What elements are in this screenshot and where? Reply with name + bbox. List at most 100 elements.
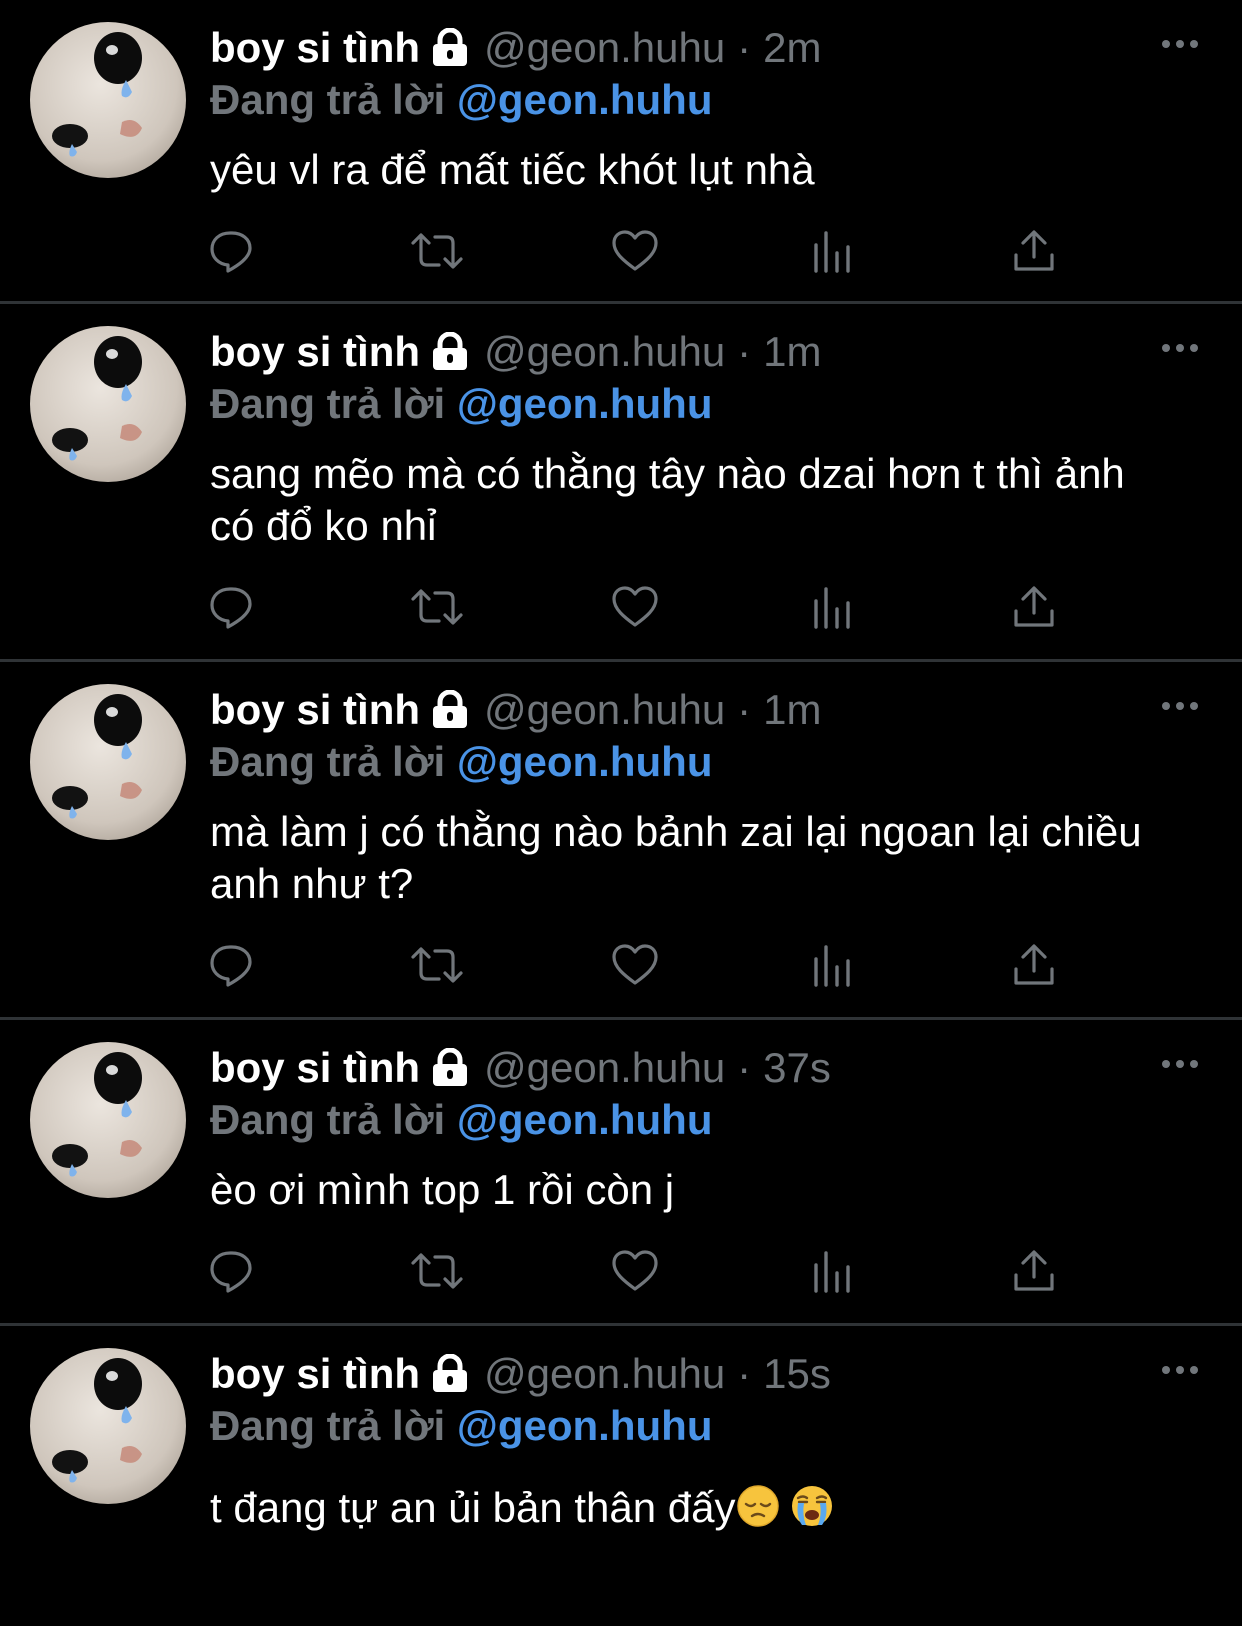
tweet[interactable]: boy si tình @geon.huhu · 1m Đang trả lời… (0, 304, 1242, 662)
separator-dot: · (737, 328, 752, 375)
retweet-button[interactable] (409, 583, 610, 631)
more-icon-dot (1190, 344, 1198, 352)
tweet-actions (208, 196, 1212, 306)
like-button[interactable] (610, 1247, 811, 1295)
display-name[interactable]: boy si tình (210, 1348, 420, 1400)
lock-icon (428, 1354, 472, 1394)
more-options-button[interactable] (1162, 702, 1198, 710)
views-button[interactable] (810, 583, 1011, 631)
more-icon-dot (1176, 1060, 1184, 1068)
share-button[interactable] (1011, 941, 1212, 989)
retweet-button[interactable] (409, 1247, 610, 1295)
tweet-text: èo ơi mình top 1 rồi còn j (210, 1166, 675, 1213)
tweet-text: sang mẽo mà có thằng tây nào dzai hơn t … (210, 450, 1125, 549)
tweet-body: boy si tình @geon.huhu · 2m Đang trả lời… (210, 22, 1212, 301)
analytics-icon (810, 227, 854, 275)
separator-dot: · (737, 1044, 752, 1091)
display-name[interactable]: boy si tình (210, 1042, 420, 1094)
heart-icon (610, 941, 660, 989)
like-button[interactable] (610, 941, 811, 989)
tweet-body: boy si tình @geon.huhu · 1m Đang trả lời… (210, 326, 1212, 659)
more-options-button[interactable] (1162, 1366, 1198, 1374)
heart-icon (610, 227, 660, 275)
share-icon (1011, 583, 1057, 631)
tweet-header: boy si tình @geon.huhu · 1m (210, 326, 1212, 378)
reply-mention-link[interactable]: @geon.huhu (457, 1096, 713, 1143)
views-button[interactable] (810, 1247, 1011, 1295)
avatar[interactable] (30, 684, 186, 840)
reply-button[interactable] (208, 1247, 409, 1295)
separator-dot: · (737, 24, 752, 71)
timestamp[interactable]: 1m (763, 684, 821, 736)
reply-prefix: Đang trả lời (210, 1096, 446, 1143)
share-button[interactable] (1011, 583, 1212, 631)
retweet-button[interactable] (409, 227, 610, 275)
share-icon (1011, 941, 1057, 989)
heart-icon (610, 583, 660, 631)
lock-icon (428, 690, 472, 730)
more-options-button[interactable] (1162, 344, 1198, 352)
display-name[interactable]: boy si tình (210, 326, 420, 378)
more-icon-dot (1162, 1366, 1170, 1374)
avatar[interactable] (30, 1042, 186, 1198)
loudly-crying-face-emoji (790, 1484, 834, 1540)
avatar[interactable] (30, 326, 186, 482)
reply-icon (208, 583, 256, 631)
reply-prefix: Đang trả lời (210, 738, 446, 785)
views-button[interactable] (810, 941, 1011, 989)
share-button[interactable] (1011, 1247, 1212, 1295)
more-icon-dot (1176, 702, 1184, 710)
like-button[interactable] (610, 583, 811, 631)
timestamp[interactable]: 1m (763, 326, 821, 378)
more-options-button[interactable] (1162, 1060, 1198, 1068)
tweet-text-content: t đang tự an ủi bản thân đấy (210, 1484, 736, 1531)
retweet-icon (409, 941, 465, 989)
reply-mention-link[interactable]: @geon.huhu (457, 76, 713, 123)
separator-dot: · (737, 686, 752, 733)
tweet-text: yêu vl ra để mất tiếc khót lụt nhà (210, 146, 815, 193)
tweet[interactable]: boy si tình @geon.huhu · 2m Đang trả lời… (0, 0, 1242, 304)
more-icon-dot (1162, 40, 1170, 48)
tweet[interactable]: boy si tình @geon.huhu · 1m Đang trả lời… (0, 662, 1242, 1020)
tweet[interactable]: boy si tình @geon.huhu · 37s Đang trả lờ… (0, 1020, 1242, 1326)
user-handle[interactable]: @geon.huhu (484, 22, 725, 74)
timestamp[interactable]: 2m (763, 22, 821, 74)
reply-mention-link[interactable]: @geon.huhu (457, 1402, 713, 1449)
views-button[interactable] (810, 227, 1011, 275)
tweet-body: boy si tình @geon.huhu · 1m Đang trả lời… (210, 684, 1212, 1017)
reply-context: Đang trả lời @geon.huhu (210, 74, 1212, 126)
more-icon-dot (1162, 344, 1170, 352)
share-button[interactable] (1011, 227, 1212, 275)
more-icon-dot (1190, 1060, 1198, 1068)
user-handle[interactable]: @geon.huhu (484, 684, 725, 736)
timestamp[interactable]: 15s (763, 1348, 831, 1400)
timestamp[interactable]: 37s (763, 1042, 831, 1094)
display-name[interactable]: boy si tình (210, 684, 420, 736)
reply-mention-link[interactable]: @geon.huhu (457, 738, 713, 785)
reply-context: Đang trả lời @geon.huhu (210, 1094, 1212, 1146)
tweet-actions (208, 552, 1212, 662)
tweet-feed: boy si tình @geon.huhu · 2m Đang trả lời… (0, 0, 1242, 1626)
analytics-icon (810, 1247, 854, 1295)
more-icon-dot (1190, 40, 1198, 48)
retweet-icon (409, 583, 465, 631)
tweet[interactable]: boy si tình @geon.huhu · 15s Đang trả lờ… (0, 1326, 1242, 1626)
avatar[interactable] (30, 22, 186, 178)
user-handle[interactable]: @geon.huhu (484, 1042, 725, 1094)
retweet-icon (409, 1247, 465, 1295)
avatar[interactable] (30, 1348, 186, 1504)
user-handle[interactable]: @geon.huhu (484, 326, 725, 378)
reply-button[interactable] (208, 941, 409, 989)
reply-button[interactable] (208, 583, 409, 631)
lock-icon (428, 28, 472, 68)
reply-mention-link[interactable]: @geon.huhu (457, 380, 713, 427)
more-options-button[interactable] (1162, 40, 1198, 48)
retweet-button[interactable] (409, 941, 610, 989)
like-button[interactable] (610, 227, 811, 275)
user-handle[interactable]: @geon.huhu (484, 1348, 725, 1400)
more-icon-dot (1190, 702, 1198, 710)
tweet-header: boy si tình @geon.huhu · 15s (210, 1348, 1212, 1400)
reply-button[interactable] (208, 227, 409, 275)
display-name[interactable]: boy si tình (210, 22, 420, 74)
more-icon-dot (1162, 702, 1170, 710)
